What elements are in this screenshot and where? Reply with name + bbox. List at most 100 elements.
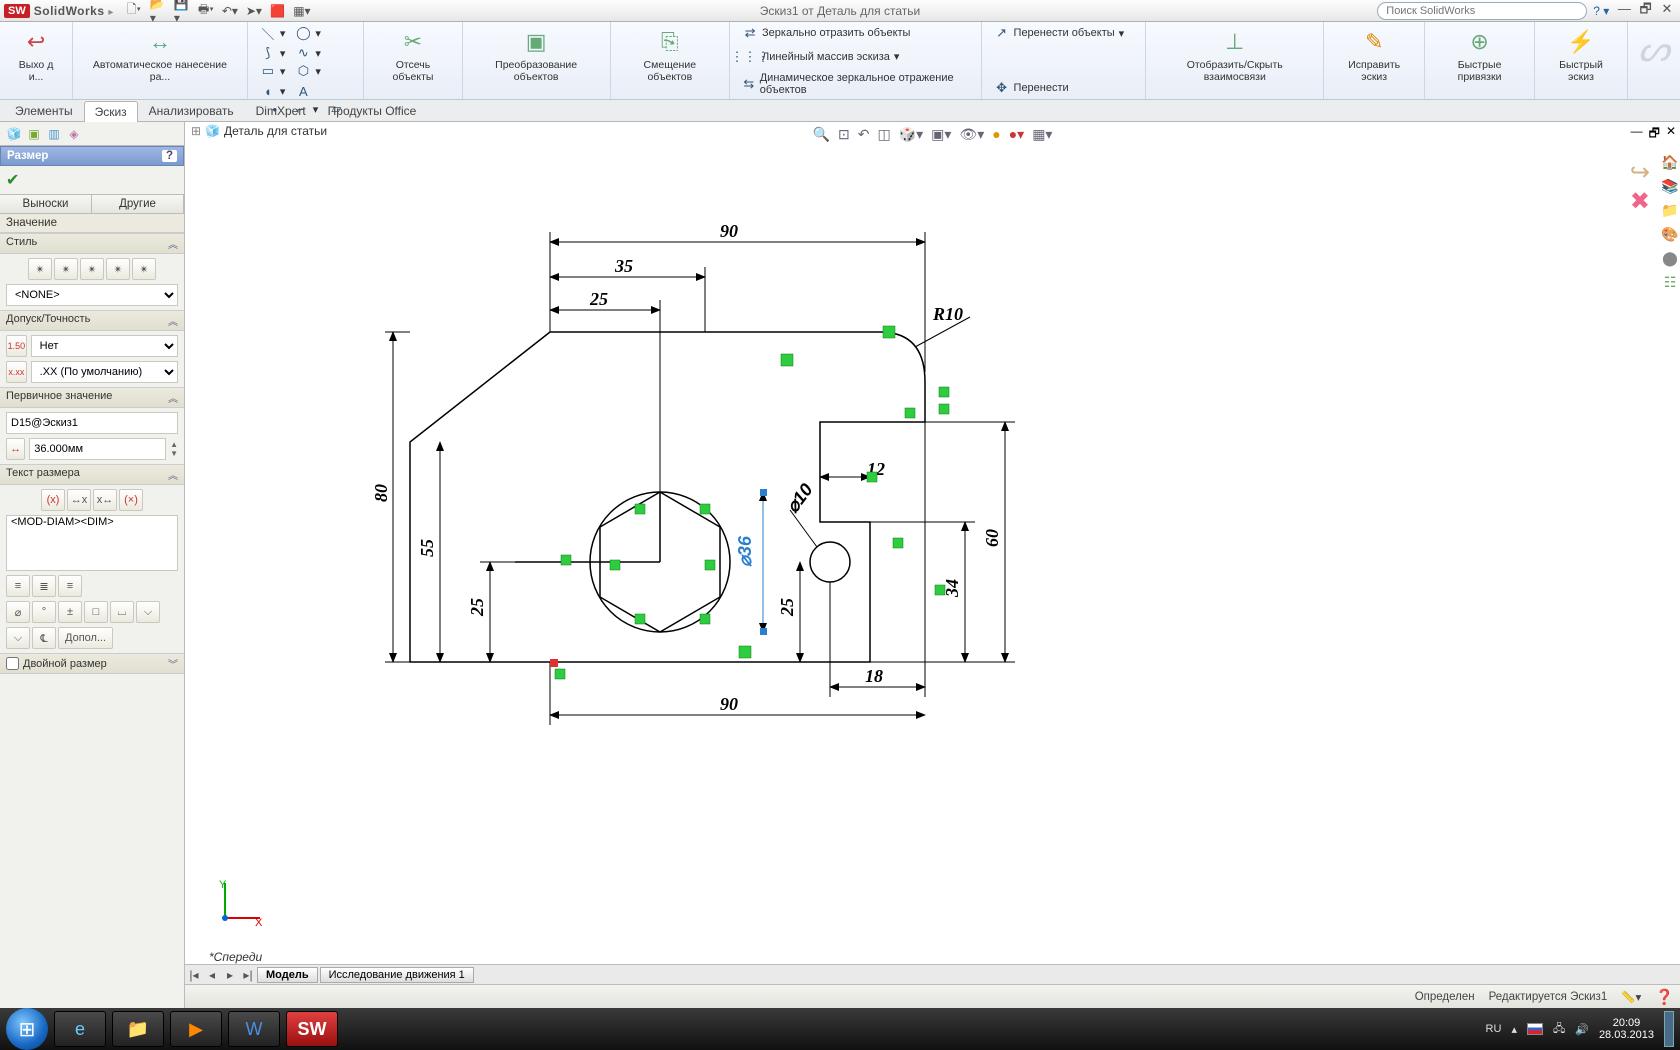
- tab-scroll-next[interactable]: ▸: [221, 968, 239, 982]
- tray-flag-icon[interactable]: [1527, 1023, 1543, 1035]
- undo-icon[interactable]: ↶▾: [222, 3, 238, 19]
- cmd-tab-Продукты Office[interactable]: Продукты Office: [317, 100, 428, 121]
- settings-icon[interactable]: ▦▾: [1032, 126, 1052, 143]
- search-input[interactable]: [1377, 2, 1587, 20]
- exit-sketch-button[interactable]: ↩Выхо д и...: [8, 24, 64, 85]
- dim-text-input[interactable]: [6, 515, 178, 571]
- section-dual[interactable]: Двойной размер︾: [0, 653, 184, 674]
- style-dropdown[interactable]: <NONE>: [6, 284, 178, 306]
- cmd-tab-Элементы[interactable]: Элементы: [4, 100, 84, 121]
- rect-tool[interactable]: ▭▾: [256, 62, 290, 80]
- tray-clock[interactable]: 20:0928.03.2013: [1599, 1017, 1654, 1041]
- arc-tool[interactable]: ⟆▾: [256, 44, 290, 62]
- fm-tab-icon[interactable]: 🧊: [6, 126, 22, 142]
- dual-dim-checkbox[interactable]: [6, 657, 19, 670]
- style-btn-2[interactable]: ✴: [54, 258, 78, 280]
- trim-button[interactable]: ✂Отсечь объекты: [372, 24, 453, 85]
- just-left[interactable]: ≡: [6, 575, 30, 597]
- move-button[interactable]: ✥Перенести: [990, 79, 1073, 97]
- txt-pos-3[interactable]: x↔: [93, 489, 117, 511]
- prev-view-icon[interactable]: ↶: [858, 126, 870, 143]
- slot-tool[interactable]: ◖▾: [256, 82, 290, 100]
- sym-cl[interactable]: ℄: [32, 627, 56, 649]
- confirm-corner-x-icon[interactable]: ✖: [1630, 188, 1650, 215]
- sym-pm[interactable]: ±: [58, 601, 82, 623]
- view-orient-icon[interactable]: 🎲▾: [899, 126, 923, 143]
- linear-pattern-button[interactable]: ⋮⋮⋮Линейный массив эскиза ▾: [738, 48, 903, 66]
- tp-expl-icon[interactable]: 📁: [1660, 200, 1680, 220]
- dim-36[interactable]: ⌀36: [735, 535, 755, 567]
- circle-tool[interactable]: ◯▾: [291, 24, 325, 42]
- pm-accept-button[interactable]: ✔: [0, 166, 184, 194]
- style-btn-5[interactable]: ✴: [132, 258, 156, 280]
- pm-help-icon[interactable]: ?: [162, 150, 177, 162]
- sym-cs[interactable]: ⌵: [136, 601, 160, 623]
- save-icon[interactable]: 💾▾: [174, 3, 190, 19]
- pm-tab-icon[interactable]: ▣: [26, 126, 42, 142]
- section-view-icon[interactable]: ◫: [877, 126, 890, 143]
- taskbar-media[interactable]: ▶: [170, 1011, 222, 1047]
- tol-prec-dropdown[interactable]: .XX (По умолчанию): [31, 361, 178, 383]
- taskbar-explorer[interactable]: 📁: [112, 1011, 164, 1047]
- sym-sq[interactable]: □: [84, 601, 108, 623]
- select-icon[interactable]: ➤▾: [246, 3, 262, 19]
- txt-pos-2[interactable]: ↔x: [67, 489, 91, 511]
- tray-lang[interactable]: RU: [1486, 1023, 1502, 1035]
- move-entities-button[interactable]: ↗Перенести объекты ▾: [990, 24, 1129, 42]
- sym-deg[interactable]: °: [32, 601, 56, 623]
- tab-scroll-prev[interactable]: ◂: [203, 968, 221, 982]
- restore-icon[interactable]: 🗗: [1637, 0, 1655, 22]
- dm-tab-icon[interactable]: ◈: [66, 126, 82, 142]
- sym-cb[interactable]: ⌴: [110, 601, 134, 623]
- section-style[interactable]: Стиль︽: [0, 233, 184, 254]
- minimize-icon[interactable]: —: [1615, 1, 1633, 16]
- style-btn-4[interactable]: ✴: [106, 258, 130, 280]
- offset-button[interactable]: ⎘Смещение объектов: [619, 24, 721, 85]
- tray-vol-icon[interactable]: 🔊: [1575, 1023, 1589, 1036]
- convert-button[interactable]: ▣Преобразование объектов: [471, 24, 602, 85]
- dim-value-input[interactable]: [29, 438, 166, 460]
- spin-down[interactable]: ▼: [170, 449, 178, 458]
- repair-button[interactable]: ✎Исправить эскиз: [1332, 24, 1416, 85]
- more-symbols-button[interactable]: Допол...: [58, 627, 113, 649]
- poly-tool[interactable]: ⬡▾: [291, 62, 325, 80]
- pm-tab-callouts[interactable]: Выноски: [0, 195, 92, 213]
- graphics-area[interactable]: ⊞🧊Деталь для статьи 🔍 ⊡ ↶ ◫ 🎲▾ ▣▾ 👁▾ ● ●…: [185, 122, 1680, 1008]
- ellipse-tool[interactable]: A: [291, 82, 315, 100]
- mdi-max-icon[interactable]: 🗗: [1649, 124, 1660, 145]
- mirror-button[interactable]: ⇄Зеркально отразить объекты: [738, 24, 914, 42]
- spin-up[interactable]: ▲: [170, 440, 178, 449]
- tab-motion[interactable]: Исследование движения 1: [320, 967, 474, 983]
- just-center[interactable]: ≣: [32, 575, 56, 597]
- txt-pos-1[interactable]: (x): [41, 489, 65, 511]
- help-icon[interactable]: ? ▾: [1593, 4, 1609, 18]
- tp-appear-icon[interactable]: ⬤: [1660, 248, 1680, 268]
- scene-icon[interactable]: ●: [992, 126, 1000, 142]
- taskbar-solidworks[interactable]: SW: [286, 1011, 338, 1047]
- open-icon[interactable]: 📂▾: [150, 3, 166, 19]
- flyout-tree[interactable]: ⊞🧊Деталь для статьи: [191, 124, 327, 138]
- print-icon[interactable]: 🖶▾: [198, 3, 214, 19]
- sym-depth[interactable]: ⌵: [6, 627, 30, 649]
- dim-name-input[interactable]: [6, 412, 178, 434]
- tp-res-icon[interactable]: 🏠: [1660, 152, 1680, 172]
- relations-button[interactable]: ⊥Отобразить/Скрыть взаимосвязи: [1154, 24, 1315, 85]
- show-desktop[interactable]: [1664, 1011, 1674, 1047]
- section-dimtext[interactable]: Текст размера︽: [0, 464, 184, 485]
- just-right[interactable]: ≡: [58, 575, 82, 597]
- rebuild-icon[interactable]: 🟥: [270, 3, 286, 19]
- tp-prop-icon[interactable]: ☷: [1660, 272, 1680, 292]
- new-icon[interactable]: 🗋▾: [126, 3, 142, 19]
- start-button[interactable]: ⊞: [6, 1008, 48, 1050]
- smart-dimension-button[interactable]: ↔Автоматическое нанесение ра...: [81, 24, 239, 85]
- tray-arrow-icon[interactable]: ▴: [1511, 1023, 1517, 1036]
- line-tool[interactable]: ＼▾: [256, 24, 290, 42]
- tp-view-icon[interactable]: 🎨: [1660, 224, 1680, 244]
- tray-net-icon[interactable]: 🖧: [1553, 1020, 1565, 1039]
- taskbar-word[interactable]: W: [228, 1011, 280, 1047]
- options-icon[interactable]: ▦▾: [294, 3, 310, 19]
- rapid-sketch-button[interactable]: ⚡Быстрый эскиз: [1543, 24, 1619, 85]
- tp-lib-icon[interactable]: 📚: [1660, 176, 1680, 196]
- dynamic-mirror-button[interactable]: ⇆Динамическое зеркальное отражение объек…: [738, 71, 973, 97]
- mdi-min-icon[interactable]: —: [1631, 124, 1643, 145]
